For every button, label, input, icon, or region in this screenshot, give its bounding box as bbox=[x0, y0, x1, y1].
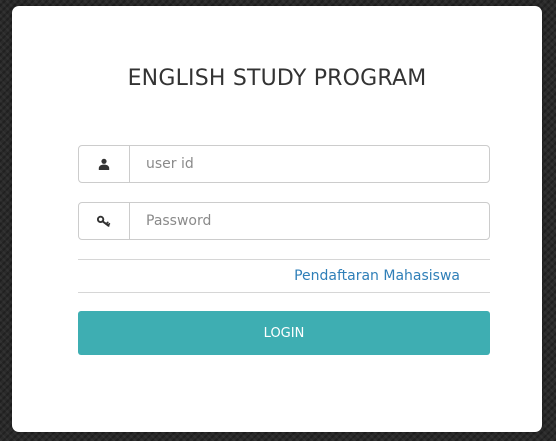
user-id-input-group bbox=[78, 145, 490, 183]
login-button[interactable]: LOGIN bbox=[78, 311, 490, 355]
login-card: ENGLISH STUDY PROGRAM Pendaftaran Mahasi… bbox=[12, 6, 542, 432]
password-input-group bbox=[78, 202, 490, 240]
user-id-input[interactable] bbox=[130, 146, 489, 182]
user-icon bbox=[79, 146, 130, 182]
divider-bottom bbox=[78, 292, 490, 293]
divider-top bbox=[78, 259, 490, 260]
page-title: ENGLISH STUDY PROGRAM bbox=[127, 66, 427, 91]
register-link[interactable]: Pendaftaran Mahasiswa bbox=[294, 266, 460, 286]
password-input[interactable] bbox=[130, 203, 489, 239]
key-icon bbox=[79, 203, 130, 239]
